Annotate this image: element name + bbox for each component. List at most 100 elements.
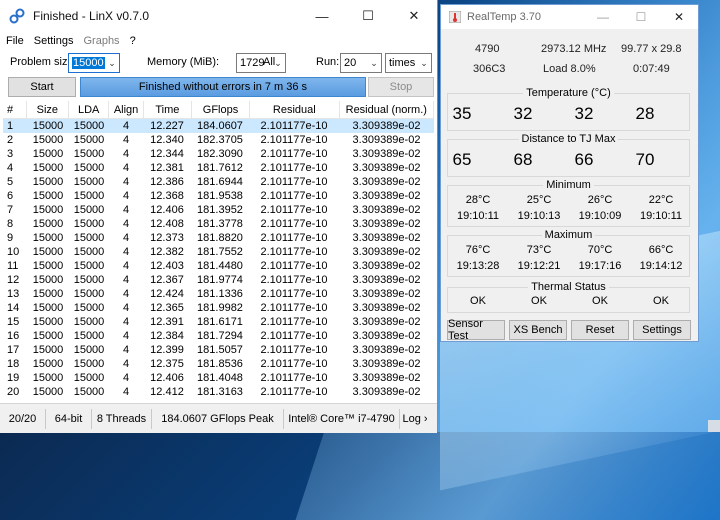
table-cell: 181.5057 bbox=[197, 344, 243, 356]
settings-button[interactable]: Settings bbox=[633, 320, 691, 340]
table-row[interactable]: 19 15000 15000 4 12.406 181.4048 2.101177e-10 3… bbox=[3, 371, 434, 385]
table-cell: 11 bbox=[7, 260, 19, 272]
table-row[interactable]: 14 15000 15000 4 12.365 181.9982 2.101177e-10 3… bbox=[3, 301, 434, 315]
table-row[interactable]: 1 15000 15000 4 12.227 184.0607 2.101177e-10 3.… bbox=[3, 119, 434, 133]
table-row[interactable]: 12 15000 15000 4 12.367 181.9774 2.101177e-10 3… bbox=[3, 273, 434, 287]
table-cell: 3.309389e-02 bbox=[352, 372, 421, 384]
table-cell: 181.4048 bbox=[197, 372, 243, 384]
memory-combo[interactable]: 1729 ⌄ bbox=[236, 53, 286, 73]
stop-button[interactable]: Stop bbox=[368, 77, 434, 97]
column-header-residual[interactable]: Residual bbox=[250, 101, 340, 118]
xs-bench-button[interactable]: XS Bench bbox=[509, 320, 567, 340]
table-row[interactable]: 6 15000 15000 4 12.368 181.9538 2.101177e-10 3.… bbox=[3, 189, 434, 203]
column-header-gflops[interactable]: GFlops bbox=[192, 101, 251, 118]
table-cell: 2.101177e-10 bbox=[260, 274, 328, 286]
table-row[interactable]: 4 15000 15000 4 12.381 181.7612 2.101177e-10 3.… bbox=[3, 161, 434, 175]
table-cell: 12.399 bbox=[150, 344, 184, 356]
table-cell: 5 bbox=[7, 176, 14, 188]
column-header-time[interactable]: Time bbox=[144, 101, 192, 118]
table-cell: 3.309389e-02 bbox=[352, 162, 421, 174]
minimize-button[interactable]: — bbox=[299, 0, 345, 32]
table-row[interactable]: 15 15000 15000 4 12.391 181.6171 2.101177e-10 3… bbox=[3, 315, 434, 329]
status-bitness: 64-bit bbox=[46, 408, 92, 429]
cpu-multiplier: 99.77 x 29.8 bbox=[621, 43, 682, 55]
run-count-combo[interactable]: 20 ⌄ bbox=[340, 53, 382, 73]
table-row[interactable]: 2 15000 15000 4 12.340 182.3705 2.101177e-10 3.… bbox=[3, 133, 434, 147]
table-row[interactable]: 7 15000 15000 4 12.406 181.3952 2.101177e-10 3.… bbox=[3, 203, 434, 217]
linx-titlebar[interactable]: Finished - LinX v0.7.0 — ☐ ✕ bbox=[0, 0, 437, 32]
table-cell: 15000 bbox=[73, 288, 105, 300]
table-cell: 4 bbox=[122, 218, 130, 230]
table-cell: 12.406 bbox=[150, 372, 184, 384]
table-row[interactable]: 11 15000 15000 4 12.403 181.4480 2.101177e-10 3… bbox=[3, 259, 434, 273]
table-cell: 19 bbox=[7, 372, 20, 384]
table-cell: 3.309389e-02 bbox=[352, 204, 421, 216]
column-header-index[interactable]: # bbox=[3, 101, 27, 118]
menu-graphs[interactable]: Graphs bbox=[83, 35, 119, 47]
table-row[interactable]: 5 15000 15000 4 12.386 181.6944 2.101177e-10 3.… bbox=[3, 175, 434, 189]
table-cell: 3.309389e-02 bbox=[352, 246, 421, 258]
max-temp: 73°C bbox=[526, 244, 552, 256]
menubar: File Settings Graphs ? bbox=[0, 32, 437, 50]
table-cell: 15000 bbox=[73, 232, 105, 244]
table-cell: 15000 bbox=[32, 344, 64, 356]
table-cell: 15000 bbox=[32, 316, 64, 328]
table-cell: 181.9982 bbox=[197, 302, 243, 314]
column-header-size[interactable]: Size bbox=[27, 101, 69, 118]
table-cell: 184.0607 bbox=[197, 120, 243, 132]
table-cell: 2.101177e-10 bbox=[260, 386, 328, 398]
table-cell: 181.7294 bbox=[197, 330, 243, 342]
table-row[interactable]: 20 15000 15000 4 12.412 181.3163 2.101177e-10 3… bbox=[3, 385, 434, 399]
cpu-id: 4790 bbox=[475, 43, 500, 55]
table-cell: 4 bbox=[122, 190, 130, 202]
table-cell: 15000 bbox=[32, 274, 64, 286]
maximize-button[interactable]: ☐ bbox=[345, 0, 391, 32]
problem-size-value: 15000 bbox=[72, 57, 105, 69]
menu-file[interactable]: File bbox=[6, 35, 24, 47]
table-row[interactable]: 13 15000 15000 4 12.424 181.1336 2.101177e-10 3… bbox=[3, 287, 434, 301]
table-cell: 12.384 bbox=[150, 330, 184, 342]
table-cell: 3.309389e-02 bbox=[352, 358, 421, 370]
close-button[interactable]: ✕ bbox=[660, 5, 698, 29]
table-row[interactable]: 10 15000 15000 4 12.382 181.7552 2.101177e-10 3… bbox=[3, 245, 434, 259]
table-cell: 12.373 bbox=[150, 232, 184, 244]
table-cell: 4 bbox=[122, 316, 130, 328]
table-cell: 2.101177e-10 bbox=[260, 302, 328, 314]
column-header-align[interactable]: Align bbox=[109, 101, 144, 118]
max-time: 19:12:21 bbox=[517, 260, 561, 272]
reset-button[interactable]: Reset bbox=[571, 320, 629, 340]
maximize-button[interactable]: ☐ bbox=[622, 5, 660, 29]
run-unit-combo[interactable]: times ⌄ bbox=[385, 53, 432, 73]
table-cell: 15000 bbox=[32, 386, 64, 398]
sensor-test-button[interactable]: Sensor Test bbox=[447, 318, 505, 342]
log-button[interactable]: Log › bbox=[400, 409, 430, 429]
minimize-button[interactable]: — bbox=[584, 5, 622, 29]
problem-size-label: Problem size: bbox=[10, 56, 77, 68]
close-button[interactable]: ✕ bbox=[391, 0, 437, 32]
memory-all-label[interactable]: All bbox=[263, 56, 275, 68]
table-cell: 15000 bbox=[73, 260, 105, 272]
table-row[interactable]: 17 15000 15000 4 12.399 181.5057 2.101177e-10 3… bbox=[3, 343, 434, 357]
table-cell: 4 bbox=[122, 288, 130, 300]
menu-help[interactable]: ? bbox=[130, 35, 136, 47]
problem-size-combo[interactable]: 15000 ⌄ bbox=[68, 53, 120, 73]
table-cell: 15000 bbox=[32, 120, 64, 132]
table-cell: 2.101177e-10 bbox=[260, 120, 328, 132]
menu-settings[interactable]: Settings bbox=[34, 35, 74, 47]
table-cell: 12.340 bbox=[150, 134, 184, 146]
table-cell: 3 bbox=[7, 148, 14, 160]
column-header-residual-norm[interactable]: Residual (norm.) bbox=[340, 101, 434, 118]
table-row[interactable]: 3 15000 15000 4 12.344 182.3090 2.101177e-10 3.… bbox=[3, 147, 434, 161]
table-cell: 12 bbox=[7, 274, 20, 286]
start-button[interactable]: Start bbox=[8, 77, 76, 97]
table-row[interactable]: 9 15000 15000 4 12.373 181.8820 2.101177e-10 3.… bbox=[3, 231, 434, 245]
table-cell: 15000 bbox=[32, 190, 64, 202]
column-header-lda[interactable]: LDA bbox=[69, 101, 110, 118]
table-row[interactable]: 18 15000 15000 4 12.375 181.8536 2.101177e-10 3… bbox=[3, 357, 434, 371]
table-row[interactable]: 8 15000 15000 4 12.408 181.3778 2.101177e-10 3.… bbox=[3, 217, 434, 231]
max-temp: 66°C bbox=[648, 244, 674, 256]
table-row[interactable]: 16 15000 15000 4 12.384 181.7294 2.101177e-10 3… bbox=[3, 329, 434, 343]
min-time: 19:10:11 bbox=[639, 210, 682, 222]
table-cell: 15000 bbox=[32, 162, 64, 174]
realtemp-titlebar[interactable]: RealTemp 3.70 — ☐ ✕ bbox=[441, 5, 698, 29]
